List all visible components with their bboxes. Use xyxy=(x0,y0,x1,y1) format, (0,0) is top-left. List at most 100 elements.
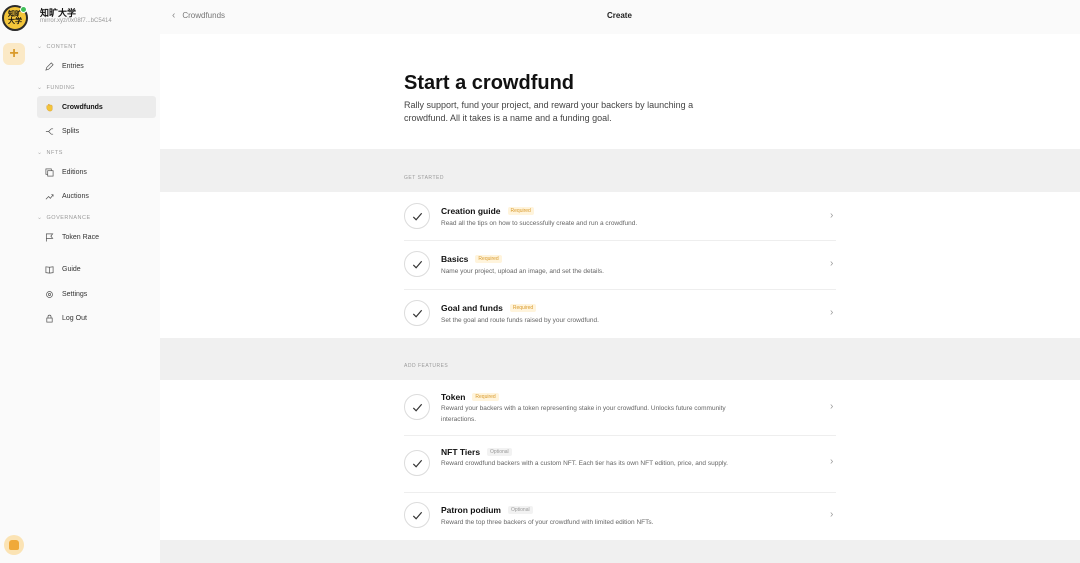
sidebar-item-label: Splits xyxy=(62,127,80,135)
check-icon xyxy=(404,300,430,326)
online-indicator xyxy=(20,6,27,13)
list-item-patron-podium[interactable]: Patron podium Optional Reward the top thr… xyxy=(160,493,1080,540)
chevron-down-icon: ⌄ xyxy=(37,44,43,50)
get-started-band: GET STARTED xyxy=(160,149,1080,192)
hand-icon xyxy=(45,103,54,112)
list-item-goal-and-funds[interactable]: Goal and funds Required Set the goal and … xyxy=(160,290,1080,338)
chevron-right-icon: › xyxy=(830,509,834,520)
top-bar: ‹ Crowdfunds Create xyxy=(160,0,1080,34)
status-badge: Required xyxy=(475,255,502,263)
row-title-text: NFT Tiers xyxy=(441,447,481,457)
sidebar-item-splits[interactable]: Splits xyxy=(37,120,156,142)
add-features-band: ADD FEATURES xyxy=(160,338,1080,380)
section-nfts[interactable]: ⌄ NFTS xyxy=(37,149,63,157)
list-item-creation-guide[interactable]: Creation guide Required Read all the tips… xyxy=(160,192,1080,241)
sidebar-item-label: Settings xyxy=(62,290,88,298)
sidebar-item-entries[interactable]: Entries xyxy=(37,55,156,77)
sidebar-item-settings[interactable]: Settings xyxy=(37,283,156,305)
sidebar-item-editions[interactable]: Editions xyxy=(37,161,156,183)
sidebar-item-token-race[interactable]: Token Race xyxy=(37,226,156,248)
trend-icon xyxy=(45,192,54,201)
check-icon xyxy=(404,203,430,229)
copy-icon xyxy=(45,168,54,177)
row-description: Set the goal and route funds raised by y… xyxy=(441,317,599,324)
section-label: NFTS xyxy=(46,149,63,156)
bottom-band xyxy=(160,540,1080,563)
row-description: Reward your backers with a token represe… xyxy=(441,405,726,423)
status-badge: Required xyxy=(507,207,534,215)
hero: Start a crowdfund Rally support, fund yo… xyxy=(160,34,1080,149)
row-description: Name your project, upload an image, and … xyxy=(441,268,604,275)
chevron-right-icon: › xyxy=(830,210,834,221)
section-label: FUNDING xyxy=(46,84,76,91)
check-icon xyxy=(404,502,430,528)
flag-icon xyxy=(45,233,54,242)
chevron-down-icon: ⌄ xyxy=(37,85,43,91)
chevron-right-icon: › xyxy=(830,258,834,269)
row-title: Patron podium Optional xyxy=(441,505,533,515)
split-icon xyxy=(45,127,54,136)
row-title-text: Patron podium xyxy=(441,505,501,515)
sidebar-item-logout[interactable]: Log Out xyxy=(37,307,156,329)
row-title: Creation guide Required xyxy=(441,206,534,216)
book-icon xyxy=(45,265,54,274)
page-title: Create xyxy=(607,11,632,20)
sidebar-item-label: Log Out xyxy=(62,314,87,322)
sidebar-item-label: Auctions xyxy=(62,192,89,200)
chevron-down-icon: ⌄ xyxy=(37,150,43,156)
section-funding[interactable]: ⌄ FUNDING xyxy=(37,84,76,92)
pencil-icon xyxy=(45,61,54,71)
row-title-text: Goal and funds xyxy=(441,303,503,313)
logo-text-line2: 大学 xyxy=(8,18,22,25)
check-icon xyxy=(404,394,430,420)
row-title: Token Required xyxy=(441,392,499,402)
row-title-text: Basics xyxy=(441,254,469,264)
section-label: CONTENT xyxy=(46,43,77,50)
back-link[interactable]: ‹ Crowdfunds xyxy=(172,10,225,21)
chevron-right-icon: › xyxy=(830,401,834,412)
row-title-text: Token xyxy=(441,392,466,402)
hero-title: Start a crowdfund xyxy=(404,72,575,94)
list-item-token[interactable]: Token Required Reward your backers with a… xyxy=(160,380,1080,436)
section-governance[interactable]: ⌄ GOVERNANCE xyxy=(37,214,91,222)
status-badge: Optional xyxy=(487,448,512,456)
list-item-basics[interactable]: Basics Required Name your project, upload… xyxy=(160,241,1080,290)
chevron-left-icon: ‹ xyxy=(172,10,176,21)
row-description: Reward crowdfund backers with a custom N… xyxy=(441,460,728,467)
user-avatar[interactable] xyxy=(4,535,24,555)
status-badge: Required xyxy=(509,304,537,312)
add-features-label: ADD FEATURES xyxy=(404,363,449,369)
gear-icon xyxy=(45,290,54,299)
sidebar-item-crowdfunds[interactable]: Crowdfunds xyxy=(37,96,156,118)
avatar-icon xyxy=(9,540,19,550)
get-started-label: GET STARTED xyxy=(404,175,444,181)
sidebar-item-label: Editions xyxy=(62,168,87,176)
chevron-right-icon: › xyxy=(830,307,834,318)
left-rail: 知旷 大学 + xyxy=(0,0,30,563)
new-publication-button[interactable]: + xyxy=(3,43,25,65)
section-content[interactable]: ⌄ CONTENT xyxy=(37,43,77,51)
check-icon xyxy=(404,251,430,277)
row-description: Reward the top three backers of your cro… xyxy=(441,519,654,526)
sidebar-item-guide[interactable]: Guide xyxy=(37,258,156,280)
section-label: GOVERNANCE xyxy=(46,214,91,221)
sidebar-item-label: Entries xyxy=(62,62,84,70)
check-icon xyxy=(404,450,430,476)
sidebar-item-auctions[interactable]: Auctions xyxy=(37,185,156,207)
sidebar-item-label: Token Race xyxy=(62,233,99,241)
list-item-nft-tiers[interactable]: NFT Tiers Optional Reward crowdfund backe… xyxy=(160,436,1080,493)
get-started-list: Creation guide Required Read all the tips… xyxy=(160,192,1080,338)
status-badge: Required xyxy=(472,393,499,401)
publication-logo[interactable]: 知旷 大学 xyxy=(2,5,28,31)
row-title-text: Creation guide xyxy=(441,206,501,216)
row-title: NFT Tiers Optional xyxy=(441,447,512,457)
add-features-list: Token Required Reward your backers with a… xyxy=(160,380,1080,540)
chevron-right-icon: › xyxy=(830,456,834,467)
back-link-label: Crowdfunds xyxy=(182,11,226,20)
lock-icon xyxy=(45,314,54,323)
status-badge: Optional xyxy=(507,506,533,514)
row-description: Read all the tips on how to successfully… xyxy=(441,220,638,227)
row-title: Goal and funds Required xyxy=(441,303,537,313)
hero-description: Rally support, fund your project, and re… xyxy=(404,100,694,123)
sidebar-item-label: Crowdfunds xyxy=(62,103,103,111)
